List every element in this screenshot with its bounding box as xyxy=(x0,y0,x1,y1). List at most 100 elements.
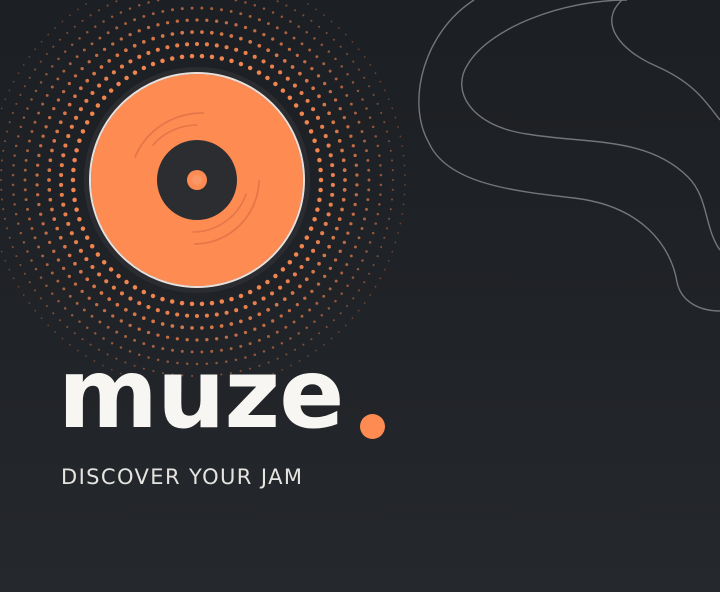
sound-dot xyxy=(224,21,229,25)
sound-dot xyxy=(107,297,112,301)
sound-dot xyxy=(94,332,97,335)
sound-dot xyxy=(48,115,52,120)
sound-dot xyxy=(101,95,107,101)
sound-dot xyxy=(357,309,360,312)
sound-dot xyxy=(356,267,360,271)
sound-dot xyxy=(302,14,305,17)
sound-dot xyxy=(248,40,253,44)
sound-dot xyxy=(292,36,296,40)
sound-dot xyxy=(229,34,234,38)
sound-dot xyxy=(389,208,392,211)
sound-dot xyxy=(30,259,33,262)
sound-dot xyxy=(346,304,349,308)
sound-dot xyxy=(101,259,107,265)
sound-dot xyxy=(200,30,204,34)
sound-dot xyxy=(257,18,261,22)
sound-dot xyxy=(156,0,160,2)
sound-dot xyxy=(252,54,257,59)
sound-dot xyxy=(267,22,270,25)
sound-dot xyxy=(234,0,238,2)
sound-dot xyxy=(387,259,390,262)
sound-dot xyxy=(39,276,43,279)
sound-dot xyxy=(24,198,28,202)
sound-dot xyxy=(30,227,34,230)
sound-dot xyxy=(356,89,360,93)
sound-dot xyxy=(56,258,61,262)
sound-dot xyxy=(293,252,299,257)
sound-dot xyxy=(327,111,331,116)
sound-dot xyxy=(67,102,72,107)
sound-dot xyxy=(328,266,333,271)
sound-dot xyxy=(290,65,295,69)
sound-dot xyxy=(266,48,270,53)
sound-dot xyxy=(332,319,335,322)
sound-dot xyxy=(12,80,15,83)
sound-dot xyxy=(371,125,375,129)
sound-dot xyxy=(318,167,323,173)
sound-dot xyxy=(376,212,380,216)
sound-dot xyxy=(338,249,342,253)
sound-dot xyxy=(73,332,76,335)
sound-dot xyxy=(33,236,37,240)
sound-dot xyxy=(344,33,347,36)
sound-dot xyxy=(40,40,43,43)
sound-dot xyxy=(374,285,377,288)
sound-dot xyxy=(111,314,115,318)
sound-dot xyxy=(132,285,138,290)
sound-dot xyxy=(104,76,109,81)
sound-dot xyxy=(132,43,137,48)
sound-dot xyxy=(66,221,71,226)
sound-dot xyxy=(304,235,310,240)
sound-dot xyxy=(13,203,16,206)
sound-dot xyxy=(34,309,37,312)
sound-dot xyxy=(150,61,156,67)
sound-dot xyxy=(44,125,48,129)
sound-dot xyxy=(108,267,114,272)
sound-dot xyxy=(92,284,96,289)
sound-dot xyxy=(337,26,340,29)
sound-dot xyxy=(363,139,366,143)
sound-dot xyxy=(315,8,317,11)
sound-dot xyxy=(369,294,372,296)
sound-dot xyxy=(39,212,43,216)
sound-dot xyxy=(366,198,370,202)
sound-dot xyxy=(318,25,321,28)
sound-dot xyxy=(229,296,234,302)
sound-dot xyxy=(315,55,319,59)
sound-dot xyxy=(262,33,266,37)
sound-dot xyxy=(315,148,320,153)
sound-dot xyxy=(63,143,68,148)
sound-dot xyxy=(238,293,244,299)
sound-dot xyxy=(2,208,5,211)
sound-dot xyxy=(160,322,165,326)
sound-dot xyxy=(146,50,151,56)
sound-dot xyxy=(23,85,26,88)
sound-dot xyxy=(146,304,151,310)
sound-dot xyxy=(95,53,99,57)
sound-dot xyxy=(12,193,15,196)
sound-dot xyxy=(50,207,54,212)
sound-dot xyxy=(351,144,355,148)
sound-dot xyxy=(379,164,382,167)
sound-dot xyxy=(44,231,48,235)
sound-dot xyxy=(344,324,347,327)
sound-dot xyxy=(116,273,121,279)
sound-dot xyxy=(330,182,335,188)
sound-dot xyxy=(280,88,286,93)
sound-dot xyxy=(34,48,37,51)
sound-dot xyxy=(379,173,383,177)
sound-dot xyxy=(45,52,48,56)
sound-dot xyxy=(89,14,92,17)
sound-dot xyxy=(179,54,185,60)
sound-dot xyxy=(80,129,86,134)
sound-dot xyxy=(104,279,109,284)
sound-dot xyxy=(365,149,368,153)
sound-dot xyxy=(343,178,347,182)
sound-dot xyxy=(307,3,309,5)
sound-dot xyxy=(59,38,62,41)
sound-dot xyxy=(378,154,381,157)
sound-dot xyxy=(30,98,33,101)
sound-dot xyxy=(52,249,56,253)
sound-dot xyxy=(244,1,247,4)
sound-dot xyxy=(63,50,67,53)
